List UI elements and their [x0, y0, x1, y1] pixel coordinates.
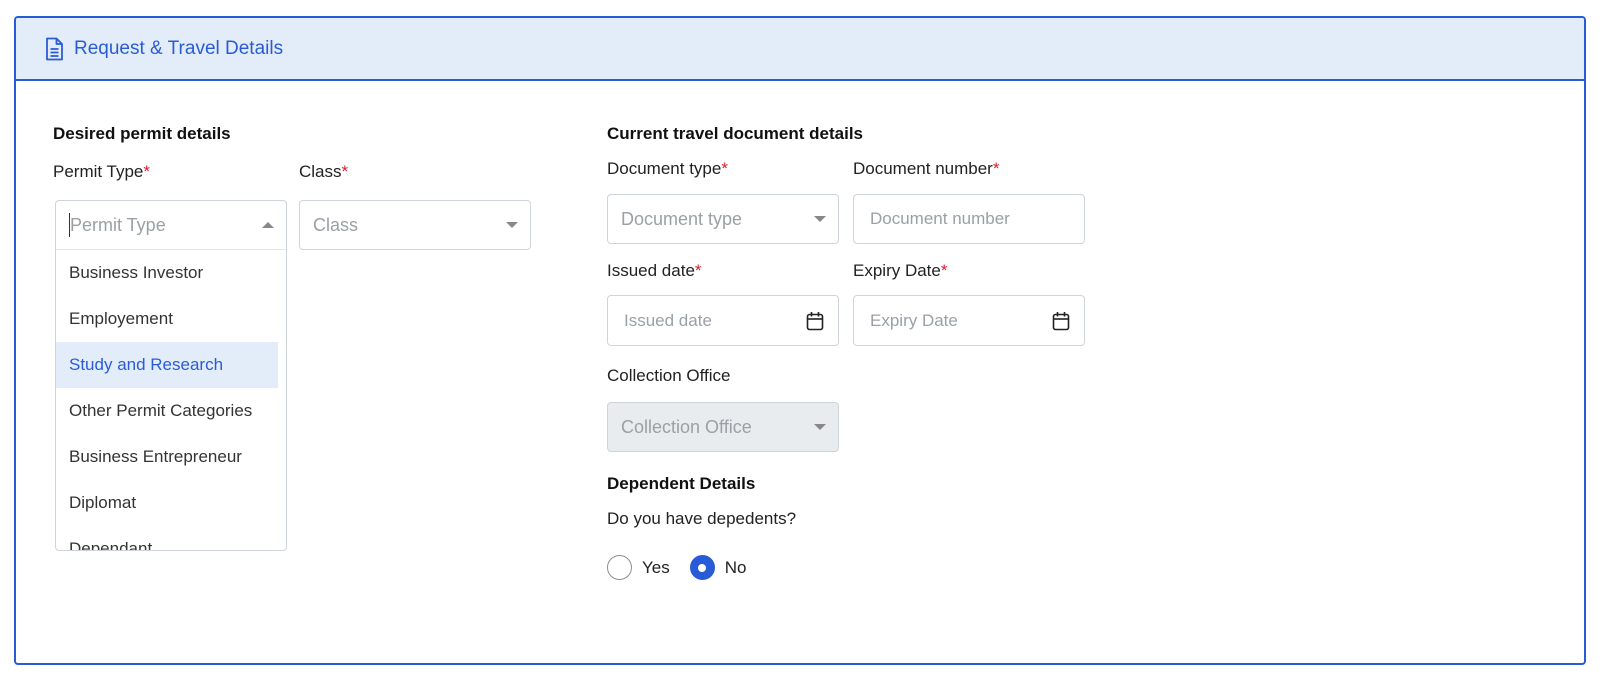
chevron-down-icon [506, 222, 518, 228]
option-diplomat[interactable]: Diplomat [56, 480, 278, 526]
permit-type-options: Business Investor Employement Study and … [56, 250, 286, 550]
travel-section-title: Current travel document details [607, 124, 864, 143]
required-mark: * [721, 159, 728, 178]
required-mark: * [143, 162, 151, 181]
document-number-label-text: Document number [853, 159, 993, 178]
dependents-question: Do you have depedents? [607, 509, 797, 528]
document-number-label: Document number* [853, 159, 999, 179]
permit-type-placeholder: Permit Type [70, 214, 166, 235]
dependents-radio-group: Yes No [607, 555, 766, 580]
document-type-label-text: Document type [607, 159, 722, 178]
radio-no-label: No [724, 557, 747, 577]
permit-type-input[interactable]: Permit Type [56, 201, 286, 250]
issued-date-placeholder: Issued date [624, 310, 712, 330]
option-business-investor[interactable]: Business Investor [56, 250, 278, 296]
required-mark: * [694, 261, 702, 280]
issued-date-input[interactable]: Issued date [607, 295, 839, 346]
expiry-date-label: Expiry Date* [853, 261, 948, 281]
radio-yes[interactable] [607, 555, 632, 580]
expiry-date-label-text: Expiry Date [853, 261, 941, 280]
expiry-date-input[interactable]: Expiry Date [853, 295, 1085, 346]
permit-section-title: Desired permit details [53, 124, 231, 143]
collection-office-placeholder: Collection Office [621, 416, 752, 437]
document-type-placeholder: Document type [621, 208, 743, 229]
request-travel-card: Request & Travel Details Desired permit … [14, 16, 1586, 665]
card-header: Request & Travel Details [16, 18, 1584, 81]
required-mark: * [341, 162, 349, 181]
collection-office-select[interactable]: Collection Office [607, 402, 839, 452]
collection-office-label: Collection Office [607, 366, 731, 385]
option-employement[interactable]: Employement [56, 296, 278, 342]
card-title: Request & Travel Details [74, 37, 284, 59]
required-mark: * [940, 261, 948, 280]
option-other-permit-categories[interactable]: Other Permit Categories [56, 388, 278, 434]
document-number-placeholder: Document number [870, 209, 1010, 228]
option-dependant[interactable]: Dependant [56, 526, 278, 550]
required-mark: * [992, 159, 1000, 178]
permit-type-dropdown[interactable]: Permit Type Business Investor Employemen… [55, 200, 287, 551]
issued-date-label-text: Issued date [607, 261, 695, 280]
option-study-and-research[interactable]: Study and Research [56, 342, 278, 388]
option-business-entrepreneur[interactable]: Business Entrepreneur [56, 434, 278, 480]
calendar-icon[interactable] [1052, 311, 1070, 331]
document-type-select[interactable]: Document type [607, 194, 839, 244]
chevron-down-icon [814, 424, 826, 430]
permit-type-label: Permit Type* [53, 162, 150, 182]
dependent-section-title: Dependent Details [607, 474, 756, 493]
document-icon [44, 37, 64, 61]
document-type-label: Document type* [607, 159, 728, 179]
document-number-input[interactable]: Document number [853, 194, 1085, 244]
chevron-up-icon[interactable] [262, 222, 274, 228]
class-select[interactable]: Class [299, 200, 531, 250]
expiry-date-placeholder: Expiry Date [870, 310, 958, 330]
chevron-down-icon [814, 216, 826, 222]
class-placeholder: Class [313, 214, 359, 235]
class-label-text: Class [299, 162, 342, 181]
issued-date-label: Issued date* [607, 261, 702, 281]
radio-no[interactable] [689, 555, 715, 580]
class-label: Class* [299, 162, 348, 182]
radio-yes-label: Yes [642, 557, 670, 577]
calendar-icon[interactable] [806, 311, 824, 331]
permit-type-label-text: Permit Type [53, 162, 144, 181]
